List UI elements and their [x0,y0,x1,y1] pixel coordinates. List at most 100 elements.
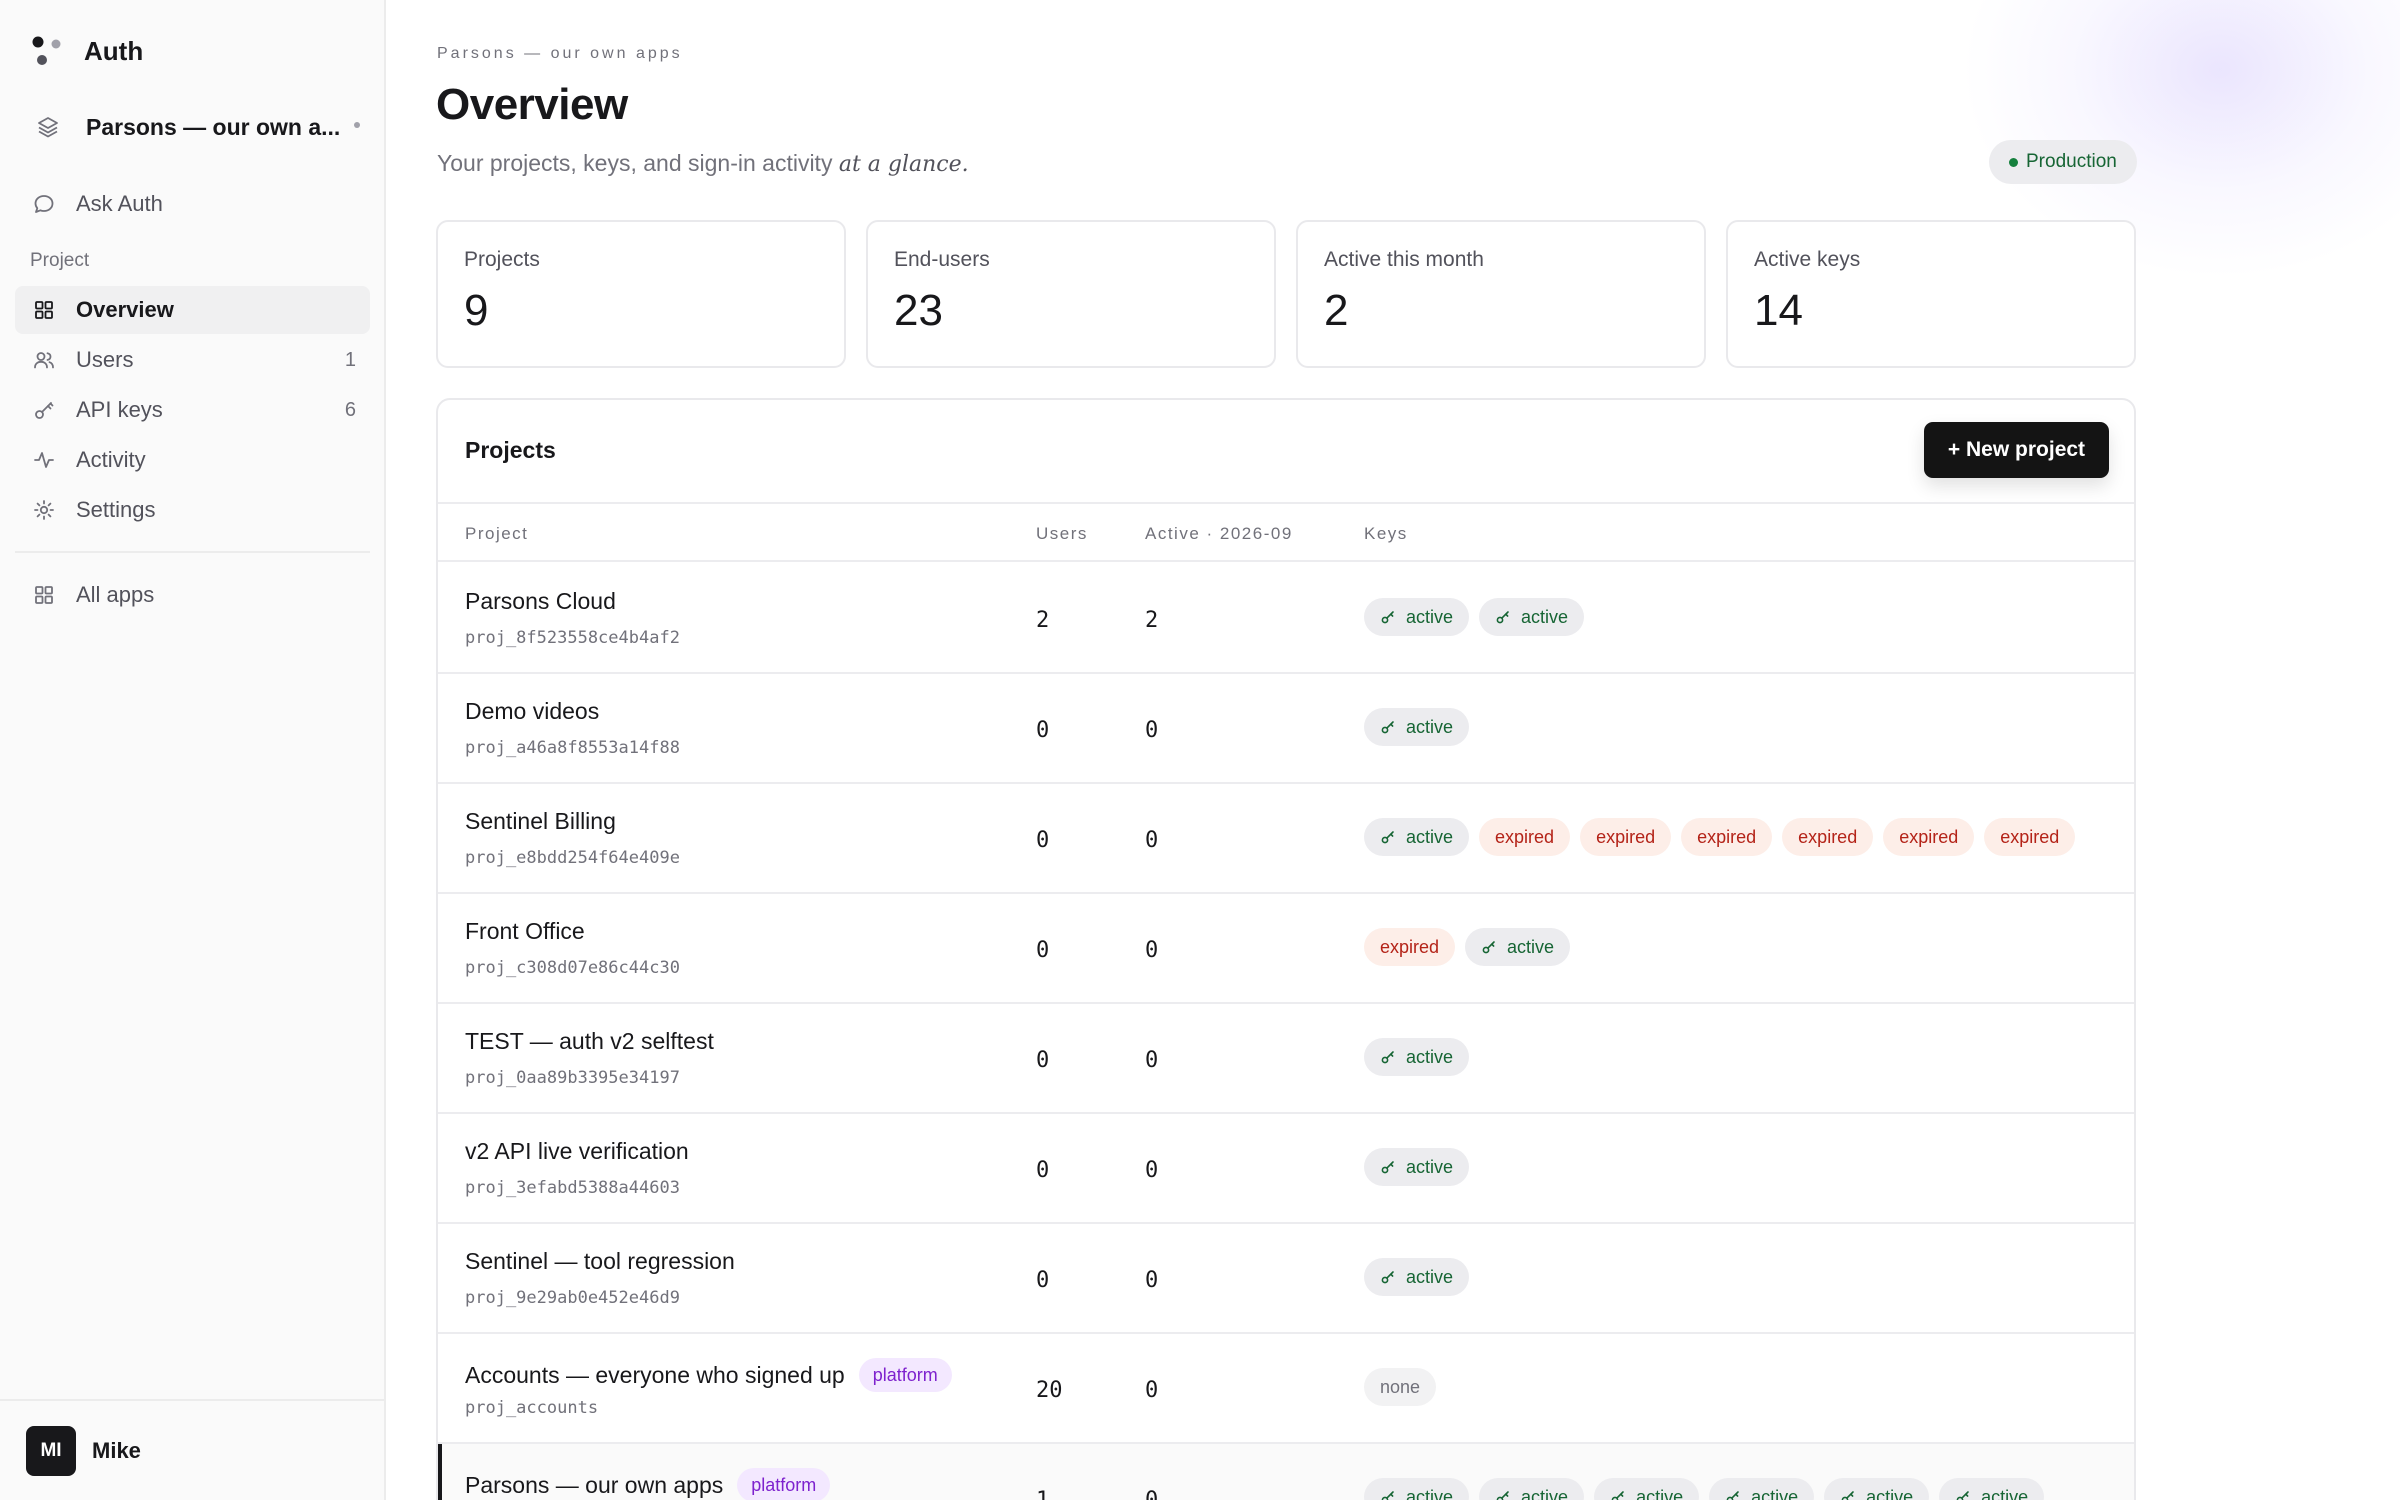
key-status-badge[interactable]: active [1465,928,1571,966]
active-cell: 0 [1145,1048,1159,1073]
key-status-label: expired [1596,826,1656,847]
gear-icon [34,500,54,520]
project-name-text: Parsons — our own apps [465,1471,724,1498]
project-name-text: v2 API live verification [465,1138,689,1164]
key-status-badge[interactable]: expired [1479,818,1571,856]
ask-auth-link[interactable]: Ask Auth [15,180,370,228]
key-status-badge[interactable]: active [1364,818,1470,856]
key-status-badge[interactable]: active [1364,708,1470,746]
api-keys-count: 6 [344,398,356,421]
key-status-badge[interactable]: active [1364,598,1470,636]
activity-icon [34,452,54,468]
subtitle-text: Your projects, keys, and sign-in activit… [437,150,839,176]
sidebar-divider [15,551,370,553]
project-name-text: Sentinel Billing [465,808,616,834]
table-row[interactable]: Parsons Cloud proj_8f523558ce4b4af2 2 2 acti… [438,564,2134,674]
chevron-icon [354,122,360,128]
key-status-badge[interactable]: active [1479,598,1585,636]
active-cell: 0 [1145,1158,1159,1183]
table-row[interactable]: Accounts — everyone who signed up platfor… [438,1334,2134,1444]
key-status-badge[interactable]: expired [1364,928,1456,966]
apps-grid-icon [35,586,53,604]
users-cell: 0 [1036,938,1050,963]
brand[interactable]: Auth [30,34,143,68]
key-status-badge[interactable]: active [1824,1478,1930,1500]
key-status-badge[interactable]: expired [1681,818,1773,856]
keys-cell: active active active active active active [1364,1478,2045,1500]
project-name: Accounts — everyone who signed up platfor… [465,1358,952,1392]
key-status-label: active [1507,936,1555,957]
key-status-badge[interactable]: active [1709,1478,1815,1500]
table-row[interactable]: v2 API live verification proj_3efabd5388a… [438,1114,2134,1224]
project-name: Demo videos [465,698,599,725]
new-project-button[interactable]: + New project [1924,422,2109,478]
key-status-badge[interactable]: expired [1984,818,2076,856]
key-status-label: active [1636,1486,1684,1500]
column-header-project[interactable]: Project [465,524,528,544]
key-icon [1726,1491,1739,1500]
stat-value: 14 [1754,286,1803,335]
sidebar-item-label: All apps [76,582,155,607]
key-icon [1841,1491,1854,1500]
project-name-text: Demo videos [465,698,600,724]
sidebar-item-api-keys[interactable]: API keys 6 [15,386,370,434]
sidebar-item-label: Activity [76,447,146,472]
table-header: Project Users Active · 2026-09 Keys [438,502,2134,562]
key-status-badge[interactable]: active [1364,1478,1470,1500]
key-icon [1381,1491,1394,1500]
table-row[interactable]: Parsons — our own appsplatform10activeac… [438,1444,2134,1500]
table-row[interactable]: Front Office proj_c308d07e86c44c30 0 0 expir… [438,894,2134,1004]
stat-card-active-this-month: Active this month 2 [1296,220,1706,368]
sidebar-item-label: API keys [76,397,163,422]
key-status-badge[interactable]: expired [1883,818,1975,856]
project-id: proj_0aa89b3395e34197 [465,1068,680,1088]
table-row[interactable]: TEST — auth v2 selftest proj_0aa89b3395e3… [438,1004,2134,1114]
column-header-keys[interactable]: Keys [1364,524,1408,544]
column-header-users[interactable]: Users [1036,524,1088,544]
table-row[interactable]: Demo videos proj_a46a8f8553a14f88 0 0 active [438,674,2134,784]
users-cell: 0 [1036,718,1050,743]
key-status-label: expired [1697,826,1757,847]
environment-badge[interactable]: Production [1989,140,2137,184]
key-status-badge[interactable]: active [1364,1038,1470,1076]
column-header-active[interactable]: Active · 2026-09 [1145,524,1293,544]
key-status-badge[interactable]: active [1479,1478,1585,1500]
key-status-badge[interactable]: active [1594,1478,1700,1500]
sidebar-item-users[interactable]: Users 1 [15,336,370,384]
key-icon [1381,1161,1394,1174]
section-label-project: Project [30,250,90,271]
status-dot-icon [2009,157,2018,167]
project-name: TEST — auth v2 selftest [465,1028,714,1055]
project-name-text: TEST — auth v2 selftest [465,1028,714,1054]
key-status-label: active [1751,1486,1799,1500]
key-status-badge[interactable]: expired [1782,818,1874,856]
platform-tag: platform [858,1358,952,1392]
key-status-badge[interactable]: expired [1580,818,1672,856]
project-id: proj_c308d07e86c44c30 [465,958,680,978]
key-icon [1956,1491,1969,1500]
table-row[interactable]: Sentinel Billing proj_e8bdd254f64e409e 0 0 a… [438,784,2134,894]
key-status-label: expired [2000,826,2060,847]
key-status-label: active [1521,1486,1569,1500]
sidebar-item-settings[interactable]: Settings [15,486,370,534]
key-status-badge[interactable]: active [1364,1148,1470,1186]
project-name: Front Office [465,918,585,945]
active-cell: 0 [1145,938,1159,963]
key-status-badge[interactable]: none [1364,1368,1437,1406]
key-icon [1381,1051,1394,1064]
key-status-badge[interactable]: active [1939,1478,2045,1500]
key-icon [1381,831,1394,844]
grid-icon [35,301,53,319]
table-row[interactable]: Sentinel — tool regression proj_9e29ab0e4… [438,1224,2134,1334]
stat-label: Active this month [1324,248,1484,271]
user-menu[interactable]: MI Mike [0,1399,384,1500]
key-icon [1381,611,1394,624]
sidebar-item-all-apps[interactable]: All apps [15,571,370,619]
project-id: proj_3efabd5388a44603 [465,1178,680,1198]
sidebar-item-activity[interactable]: Activity [15,436,370,484]
sidebar-item-overview[interactable]: Overview [15,286,370,334]
org-switcher[interactable]: Parsons — our own a... [30,104,360,150]
project-id: proj_9e29ab0e452e46d9 [465,1288,680,1308]
key-status-badge[interactable]: active [1364,1258,1470,1296]
keys-cell: active [1364,1258,1470,1296]
